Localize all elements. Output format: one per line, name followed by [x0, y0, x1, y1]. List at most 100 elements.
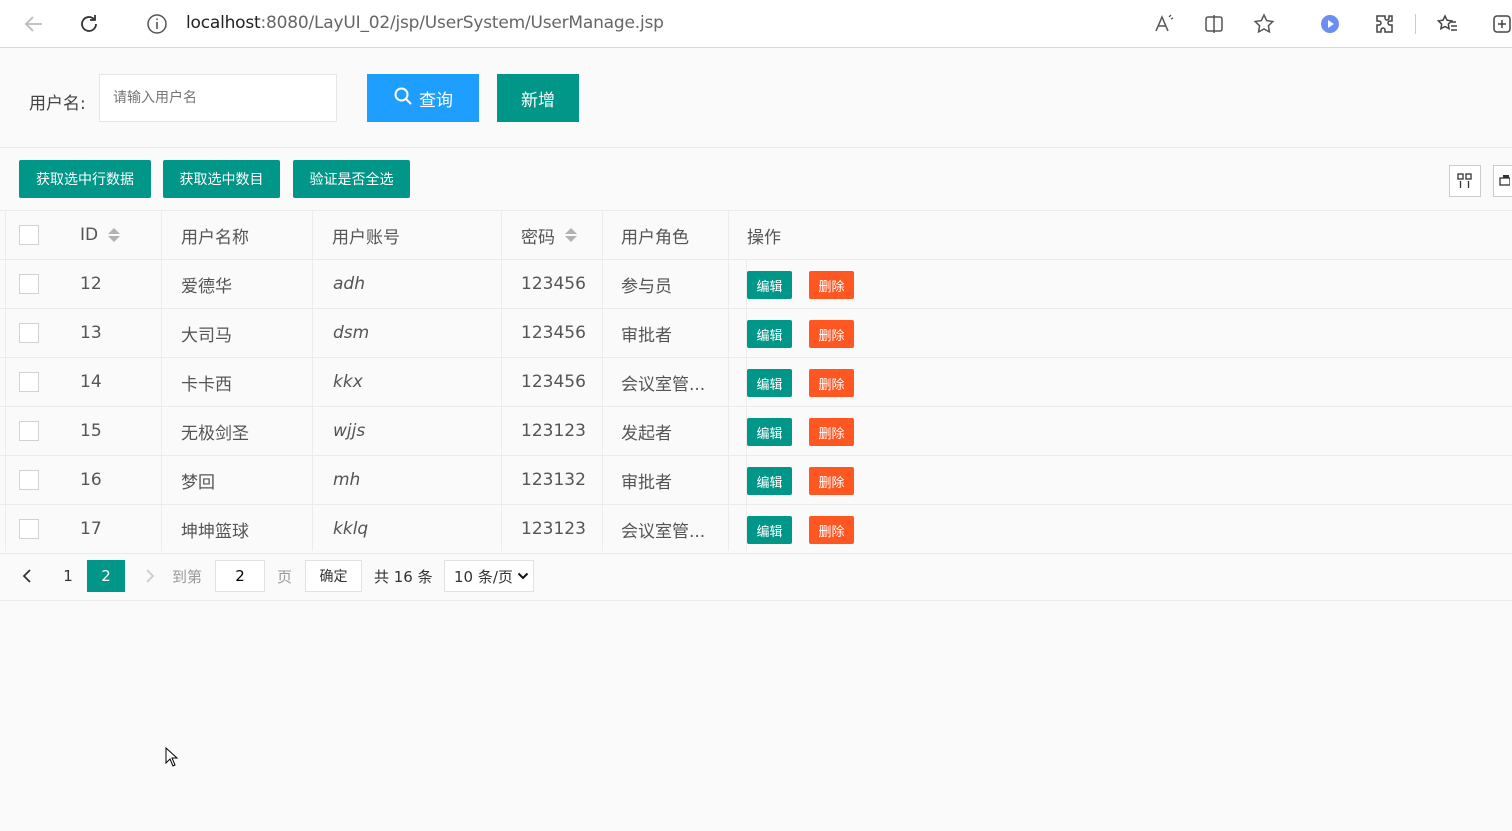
cell-id: 12	[80, 274, 102, 294]
collections-icon[interactable]	[1490, 12, 1512, 36]
cell-name: 无极剑圣	[181, 423, 249, 444]
column-header-actions: 操作	[747, 227, 781, 248]
row-checkbox[interactable]	[19, 260, 39, 308]
column-header-role: 用户角色	[621, 227, 689, 248]
row-checkbox[interactable]	[19, 505, 39, 553]
row-checkbox[interactable]	[19, 309, 39, 357]
page-1-link[interactable]: 1	[56, 560, 80, 592]
cell-name: 卡卡西	[181, 374, 232, 395]
cell-password: 123456	[521, 372, 586, 392]
column-header-id-label: ID	[80, 225, 99, 245]
back-icon[interactable]	[22, 12, 46, 36]
edit-button[interactable]: 编辑	[747, 516, 792, 544]
table-row: 12 爱德华 adh 123456 参与员 编辑 删除	[0, 260, 1512, 309]
column-header-password[interactable]: 密码	[521, 211, 577, 259]
mouse-cursor-icon	[165, 746, 179, 771]
pagination: 1 2 到第 页 确定 共 16 条 10 条/页	[0, 551, 1512, 601]
url-path: :8080/LayUI_02/jsp/UserSystem/UserManage…	[260, 13, 664, 33]
delete-button[interactable]: 删除	[809, 369, 854, 397]
url-host: localhost	[186, 13, 261, 33]
sort-icon[interactable]	[565, 228, 577, 242]
table-row: 14 卡卡西 kkx 123456 会议室管... 编辑 删除	[0, 358, 1512, 407]
prev-page-icon[interactable]	[17, 560, 37, 592]
goto-page-input[interactable]	[215, 560, 265, 592]
edit-button[interactable]: 编辑	[747, 418, 792, 446]
total-count: 共 16 条	[374, 567, 433, 586]
cell-role: 会议室管...	[621, 521, 706, 542]
toolbar-divider	[1415, 14, 1416, 34]
cell-account: mh	[333, 470, 361, 490]
delete-button[interactable]: 删除	[809, 418, 854, 446]
edit-button[interactable]: 编辑	[747, 320, 792, 348]
table-row: 13 大司马 dsm 123456 审批者 编辑 删除	[0, 309, 1512, 358]
media-icon[interactable]	[1318, 12, 1342, 36]
cell-password: 123456	[521, 323, 586, 343]
cell-role: 会议室管...	[621, 374, 706, 395]
address-bar[interactable]: localhost:8080/LayUI_02/jsp/UserSystem/U…	[186, 13, 664, 33]
refresh-icon[interactable]	[77, 12, 101, 36]
column-header-account: 用户账号	[332, 227, 400, 248]
search-panel: 用户名: 查询 新增	[0, 49, 1512, 148]
site-info-icon[interactable]	[145, 12, 169, 36]
username-search-input[interactable]	[99, 74, 337, 122]
search-icon	[393, 86, 413, 111]
page-2-current[interactable]: 2	[87, 560, 125, 592]
extensions-icon[interactable]	[1373, 12, 1397, 36]
edit-button[interactable]: 编辑	[747, 369, 792, 397]
browser-toolbar: localhost:8080/LayUI_02/jsp/UserSystem/U…	[0, 0, 1512, 48]
favorite-star-icon[interactable]	[1252, 12, 1276, 36]
column-header-password-label: 密码	[521, 227, 555, 248]
check-all-button[interactable]: 验证是否全选	[293, 160, 410, 198]
cell-role: 发起者	[621, 423, 672, 444]
read-aloud-icon[interactable]	[1152, 12, 1176, 36]
cell-password: 123123	[521, 421, 586, 441]
chevron-down-icon	[517, 567, 529, 585]
next-page-icon[interactable]	[140, 560, 160, 592]
page-size-value: 10 条/页	[454, 567, 513, 586]
query-button[interactable]: 查询	[367, 74, 479, 122]
cell-id: 14	[80, 372, 102, 392]
column-header-id[interactable]: ID	[80, 211, 121, 259]
delete-button[interactable]: 删除	[809, 320, 854, 348]
delete-button[interactable]: 删除	[809, 467, 854, 495]
row-checkbox[interactable]	[19, 407, 39, 455]
cell-id: 15	[80, 421, 102, 441]
column-header-name: 用户名称	[181, 227, 249, 248]
cell-account: kkx	[333, 372, 363, 392]
delete-button[interactable]: 删除	[809, 271, 854, 299]
get-checked-rows-button[interactable]: 获取选中行数据	[19, 160, 151, 198]
table-row: 17 坤坤篮球 kklq 123123 会议室管... 编辑 删除	[0, 505, 1512, 554]
table-row: 15 无极剑圣 wjjs 123123 发起者 编辑 删除	[0, 407, 1512, 456]
delete-button[interactable]: 删除	[809, 516, 854, 544]
cell-password: 123132	[521, 470, 586, 490]
sort-icon[interactable]	[108, 228, 121, 242]
row-checkbox[interactable]	[19, 456, 39, 504]
column-filter-icon[interactable]	[1449, 165, 1481, 197]
cell-account: dsm	[333, 323, 370, 343]
table-row: 16 梦回 mh 123132 审批者 编辑 删除	[0, 456, 1512, 505]
get-checked-count-button[interactable]: 获取选中数目	[163, 160, 280, 198]
cell-id: 13	[80, 323, 102, 343]
page-size-select[interactable]: 10 条/页	[444, 560, 534, 592]
goto-label: 到第	[172, 567, 203, 586]
cell-password: 123123	[521, 519, 586, 539]
table-header-row: ID 用户名称 用户账号 密码 用户角色 操作	[0, 211, 1512, 260]
add-button[interactable]: 新增	[497, 74, 579, 122]
cell-id: 16	[80, 470, 102, 490]
cell-name: 大司马	[181, 325, 232, 346]
select-all-checkbox[interactable]	[19, 211, 39, 259]
split-screen-icon[interactable]	[1202, 12, 1226, 36]
cell-role: 审批者	[621, 472, 672, 493]
cell-name: 梦回	[181, 472, 215, 493]
cell-role: 审批者	[621, 325, 672, 346]
query-label: 查询	[419, 90, 453, 111]
goto-confirm-button[interactable]: 确定	[305, 560, 362, 592]
print-icon[interactable]	[1493, 165, 1512, 197]
table-toolbar: 获取选中行数据 获取选中数目 验证是否全选	[0, 149, 1512, 211]
row-checkbox[interactable]	[19, 358, 39, 406]
edit-button[interactable]: 编辑	[747, 271, 792, 299]
cell-name: 爱德华	[181, 276, 232, 297]
favorites-icon[interactable]	[1435, 12, 1459, 36]
edit-button[interactable]: 编辑	[747, 467, 792, 495]
cell-account: wjjs	[333, 421, 366, 441]
